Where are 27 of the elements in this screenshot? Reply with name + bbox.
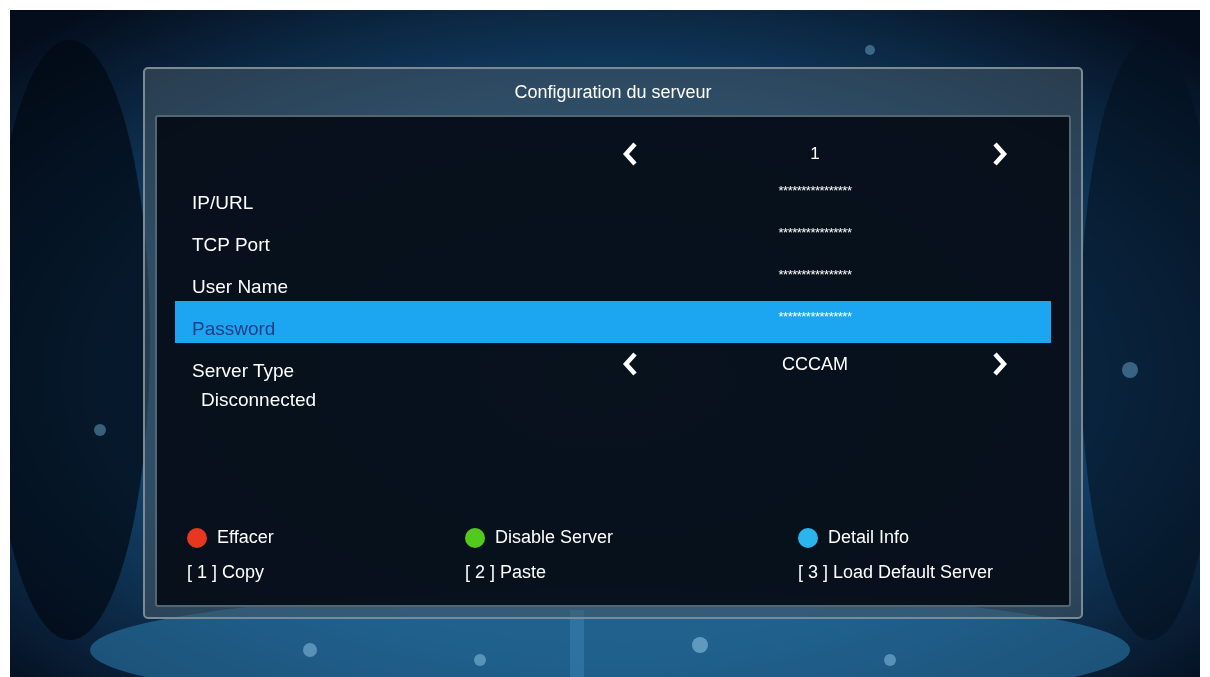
key-hint: Disable Server <box>495 527 614 548</box>
setting-row[interactable]: TCP Port **************** <box>175 217 1051 259</box>
field-label: User Name <box>192 276 289 298</box>
key-hint: [ 3 ] Load Default Server <box>798 562 994 583</box>
chevron-right-icon[interactable] <box>992 142 1008 166</box>
field-value[interactable]: **************** <box>778 182 852 210</box>
setting-row[interactable]: IP/URL **************** <box>175 175 1051 217</box>
setting-row[interactable]: User Name **************** <box>175 259 1051 301</box>
key-hint: Effacer <box>217 527 274 548</box>
field-label: Password <box>192 318 276 340</box>
connection-status: Disconnected <box>201 389 317 411</box>
field-label: TCP Port <box>192 234 270 256</box>
server-number: 1 <box>810 144 820 164</box>
field-label: IP/URL <box>192 192 254 214</box>
key-hint: Detail Info <box>828 527 910 548</box>
key-hint: [ 1 ] Copy <box>187 562 265 583</box>
field-value[interactable]: **************** <box>778 266 852 294</box>
field-value[interactable]: CCCAM <box>782 353 848 375</box>
dialog-title: Configuration du serveur <box>514 81 712 104</box>
chevron-left-icon[interactable] <box>622 352 638 376</box>
chevron-right-icon[interactable] <box>992 352 1008 376</box>
setting-row[interactable]: Server Type CCCAM <box>175 343 1051 385</box>
field-value[interactable]: **************** <box>778 224 852 252</box>
selected-row-highlight[interactable]: Password **************** <box>175 301 1051 343</box>
chevron-left-icon[interactable] <box>622 142 638 166</box>
field-label: Server Type <box>192 360 295 382</box>
key-hint: [ 2 ] Paste <box>465 562 547 583</box>
